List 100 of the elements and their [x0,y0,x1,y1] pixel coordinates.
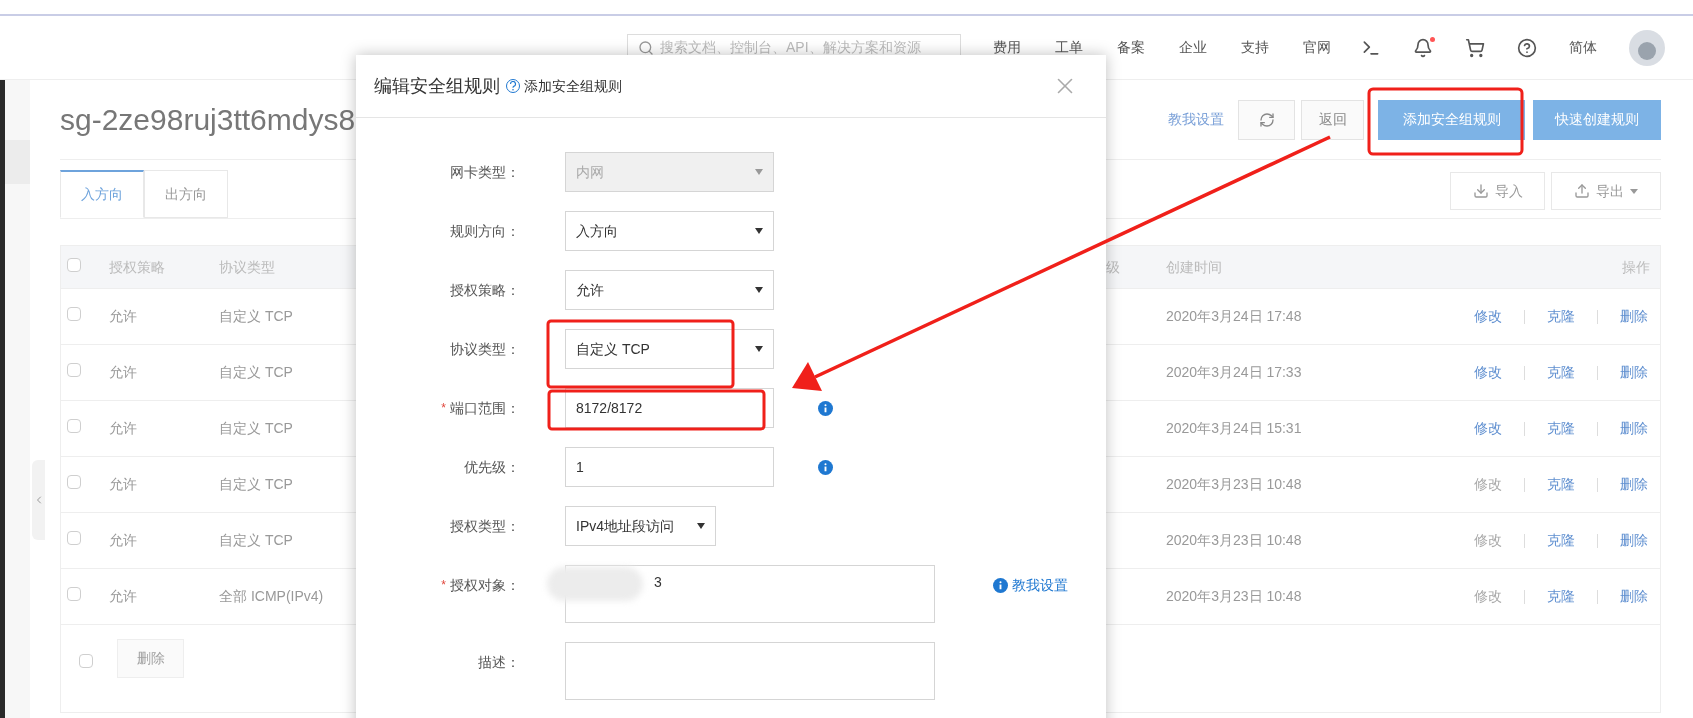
page-title: sg-2ze98ruj3tt6mdys8 [60,102,356,138]
upload-icon [1574,183,1590,199]
table-cell-text: 自定义 TCP [219,307,294,326]
select-field[interactable]: 入方向 [565,211,774,251]
nav-link[interactable]: 备案 [1117,37,1145,58]
text-area[interactable] [565,642,935,700]
checkbox[interactable] [67,257,81,272]
help-link[interactable]: 教我设置 [1168,109,1224,130]
select-field[interactable]: 允许 [565,270,774,310]
tab[interactable]: 出方向 [144,170,228,218]
dropdown-arrow-icon [755,287,763,293]
collapse-handle[interactable] [32,460,45,540]
table-cell-text: 2020年3月24日 17:33 [1166,363,1303,382]
help-link[interactable]: 教我设置 [993,575,1068,596]
field-label: 端口范围： [450,398,520,418]
checkbox[interactable] [67,587,81,601]
nav-link[interactable]: 支持 [1241,37,1269,58]
refresh-icon [1258,111,1275,128]
caret-icon [1630,188,1638,194]
select-field[interactable]: 自定义 TCP [565,329,774,369]
action-link[interactable]: 删除 [1620,418,1648,439]
action-link[interactable]: 克隆 [1547,306,1575,327]
info-icon [993,578,1008,593]
checkbox[interactable] [67,531,81,545]
action-link[interactable]: 删除 [1620,530,1648,551]
primary-button[interactable]: 快速创建规则 [1533,99,1661,140]
download-icon [1472,183,1489,199]
column-header: 操作 [1622,257,1651,277]
back-button[interactable]: 返回 [1301,99,1364,140]
refresh-button[interactable] [1238,99,1295,140]
action-link[interactable]: 克隆 [1547,362,1575,383]
action-link[interactable]: 克隆 [1547,418,1575,439]
bell-icon[interactable] [1413,37,1433,58]
action-link[interactable]: 修改 [1474,362,1502,383]
checkbox[interactable] [67,307,81,321]
select-field[interactable]: IPv4地址段访问 [565,506,716,546]
nav-link[interactable]: 企业 [1179,37,1207,58]
action-link[interactable]: 克隆 [1547,586,1575,607]
table-cell-text: 2020年3月23日 10:48 [1166,475,1303,494]
field-label: 规则方向： [450,221,520,241]
field-label: 优先级： [464,457,520,477]
table-cell-text: 允许 [109,475,138,494]
avatar[interactable] [1629,29,1665,66]
action-link[interactable]: 删除 [1620,306,1648,327]
checkbox[interactable] [67,475,81,489]
action-link[interactable]: 修改 [1474,306,1502,327]
action-link[interactable]: 删除 [1620,586,1648,607]
required-asterisk: * [441,577,446,594]
info-icon [818,400,833,416]
nav-link[interactable]: 费用 [993,37,1021,58]
table-cell-text: 自定义 TCP [219,419,294,438]
table-cell-text: 2020年3月23日 10:48 [1166,587,1303,606]
search-icon [638,39,654,56]
table-cell-text: 自定义 TCP [219,531,294,550]
help-icon[interactable] [1517,37,1537,58]
required-asterisk: * [441,400,446,417]
dropdown-arrow-icon [755,169,763,175]
dialog-title: 编辑安全组规则 [374,74,500,98]
table-cell-text: 自定义 TCP [219,475,294,494]
dropdown-arrow-icon [755,228,763,234]
dialog-subtitle-link[interactable]: 添加安全组规则 [524,75,622,97]
table-cell-text: 允许 [109,419,138,438]
column-header: 级 [1106,257,1121,277]
field-label: 授权策略： [450,280,520,300]
table-cell-text: 允许 [109,363,138,382]
table-cell-text: 全部 ICMP(IPv4) [219,587,325,606]
dropdown-arrow-icon [755,346,763,352]
field-label: 描述： [478,652,520,672]
action-link[interactable]: 删除 [1620,474,1648,495]
checkbox[interactable] [67,419,81,433]
export-button[interactable]: 导出 [1551,172,1661,210]
checkbox[interactable] [79,654,93,668]
table-cell-text: 2020年3月24日 17:48 [1166,307,1303,326]
table-cell-text: 允许 [109,531,138,550]
field-label: 网卡类型： [450,162,520,182]
language-link[interactable]: 简体 [1569,37,1597,58]
table-cell-text: 2020年3月23日 10:48 [1166,531,1303,550]
input-field[interactable]: 1 [565,447,774,487]
import-button[interactable]: 导入 [1450,172,1545,210]
dropdown-arrow-icon [697,523,705,529]
field-label: 授权对象： [450,575,520,595]
action-link[interactable]: 删除 [1620,362,1648,383]
table-cell-text: 允许 [109,307,138,326]
checkbox[interactable] [67,363,81,377]
table-cell-text: 自定义 TCP [219,363,294,382]
action-link[interactable]: 克隆 [1547,474,1575,495]
info-icon [818,459,833,475]
field-label: 授权类型： [450,516,520,536]
table-cell-text: 2020年3月24日 15:31 [1166,419,1303,438]
tab[interactable]: 入方向 [60,170,144,218]
action-link[interactable]: 修改 [1474,418,1502,439]
cart-icon[interactable] [1465,37,1485,58]
column-header: 协议类型 [219,257,276,277]
table-cell-text: 允许 [109,587,138,606]
nav-link[interactable]: 工单 [1055,37,1083,58]
field-label: 协议类型： [450,339,520,359]
column-header: 创建时间 [1166,257,1223,277]
nav-link[interactable]: 官网 [1303,37,1331,58]
primary-button[interactable]: 添加安全组规则 [1378,99,1525,140]
action-link[interactable]: 克隆 [1547,530,1575,551]
